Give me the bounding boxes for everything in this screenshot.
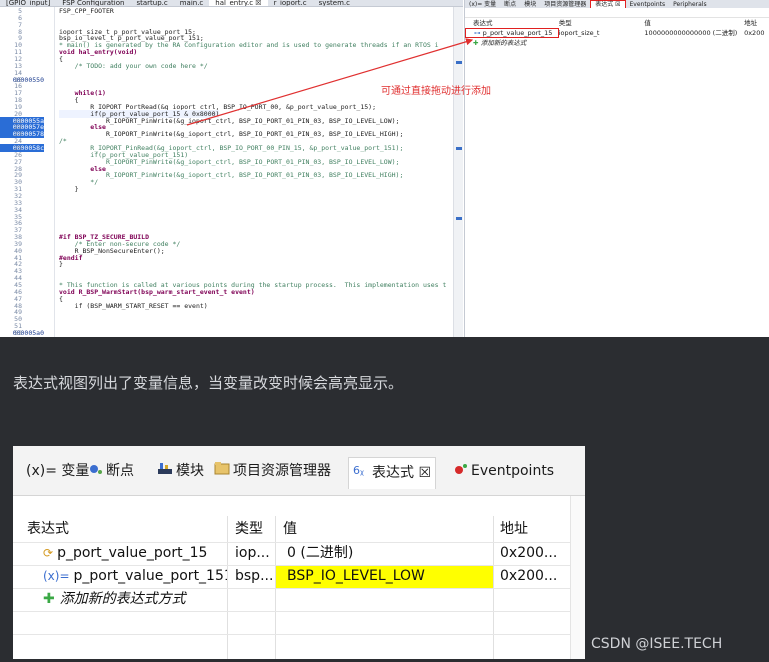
caption-text: 表达式视图列出了变量信息，当变量改变时候会高亮显示。	[13, 374, 404, 392]
small-panel-tab[interactable]: (x)= 变量	[465, 1, 500, 8]
small-row-value: 1000000000000000 (二进制)	[644, 29, 738, 37]
svg-text:ᵪ: ᵪ	[360, 464, 364, 477]
code-line: R_IOPORT_PinWrite(&g_ioport_ctrl, BSP_IO…	[59, 116, 400, 125]
small-panel-tab[interactable]: 项目资源管理器	[540, 1, 590, 8]
header-value: 值	[644, 19, 651, 27]
editor-tab-bar: [GPIO_input] FSP Configuration startup.c ma…	[0, 0, 463, 7]
zoom-header-expression: 表达式	[27, 521, 69, 537]
svg-text:6: 6	[353, 464, 360, 477]
small-panel-tab[interactable]: 模块	[520, 1, 540, 8]
code-editor[interactable]: FSP_CPP_FOOTER ioport_size_t p_port_value…	[55, 7, 453, 337]
code-line: }	[59, 260, 63, 269]
drag-annotation: 可通过直接拖动进行添加	[381, 86, 491, 97]
code-line: void hal_entry(void)	[59, 48, 138, 57]
editor-tab[interactable]: hal_entry.c ☒	[209, 0, 268, 6]
small-panel-tab[interactable]: 断点	[500, 1, 520, 8]
expressions-panel-small: (x)= 变量 断点 模块 项目资源管理器 表达式 ☒ Eventpoints Periph…	[464, 0, 769, 337]
address-label: 0000058c	[0, 144, 44, 152]
address-label: 00000578	[0, 130, 44, 139]
code-line: /* TODO: add your own code here */	[59, 61, 208, 70]
code-line: if (BSP_WARM_START_RESET == event)	[59, 301, 208, 310]
small-panel-tabs: (x)= 变量 断点 模块 项目资源管理器 表达式 ☒ Eventpoints Periph…	[465, 0, 769, 8]
zoom-tab[interactable]: (x)= 变量	[23, 460, 89, 482]
expression-row[interactable]: ⟳ p_port_value_port_15 iop... 0 (二进制) 0x200.…	[13, 542, 585, 565]
add-expression-row[interactable]: ✚ 添加新的表达式方式	[13, 588, 585, 611]
editor-tab[interactable]: r_ioport.c	[268, 0, 313, 6]
add-icon: ✚	[43, 591, 60, 607]
zoom-tab-label: 项目资源管理器	[233, 463, 331, 479]
address-label: 000005a0	[12, 328, 44, 337]
editor-tab[interactable]: main.c	[174, 0, 210, 6]
editor-tab[interactable]: [GPIO_input]	[0, 0, 56, 6]
zoom-tab-label: (x)= 变量	[26, 463, 90, 479]
code-line: }	[59, 185, 79, 194]
project-explorer-icon	[214, 460, 230, 482]
editor-tab[interactable]: startup.c	[130, 0, 173, 6]
code-line: R_IOPORT_PinWrite(&g_ioport_ctrl, BSP_IO…	[59, 171, 404, 180]
expression-icon: ⊶	[474, 29, 483, 37]
modules-icon	[157, 460, 173, 482]
header-expression: 表达式	[473, 19, 493, 27]
small-row-type: ioport_size_t	[558, 29, 600, 37]
ide-screenshot: [GPIO_input] FSP Configuration startup.c ma…	[0, 0, 769, 337]
eventpoints-icon	[454, 460, 468, 482]
code-line: void R_BSP_WarmStart(bsp_warm_start_even…	[59, 287, 255, 296]
zoom-header-type: 类型	[235, 521, 263, 537]
expression-row[interactable]: (x)= p_port_value_port_151 bsp... BSP_IO_LE…	[13, 565, 585, 588]
zoom-tab[interactable]: 模块	[157, 460, 204, 482]
changed-value-icon: ⟳	[43, 546, 54, 560]
editor-overview-ruler[interactable]	[453, 7, 463, 337]
row-type: iop...	[235, 545, 270, 561]
expressions-icon: 6ᵪ	[353, 462, 369, 484]
zoom-tab-label: 模块	[176, 463, 204, 479]
row-type: bsp...	[235, 568, 273, 584]
small-panel-header: 表达式 类型 值 地址	[465, 18, 769, 28]
zoom-tab-label: 断点	[106, 463, 134, 479]
small-panel-tab[interactable]: 表达式 ☒	[590, 0, 626, 8]
code-line: R_IOPORT_PinWrite(&g_ioport_ctrl, BSP_IO…	[59, 130, 404, 139]
zoom-tab[interactable]: 项目资源管理器	[214, 460, 331, 482]
zoom-table-header: 表达式 类型 值 地址	[13, 516, 585, 542]
expressions-panel-zoomed: (x)= 变量 断点 模块 项目资源管理器 6 ᵪ 表达式 ☒ Eventpoints 表达式…	[13, 446, 585, 659]
add-icon: ✚	[473, 39, 481, 47]
row-expression: p_port_value_port_15	[57, 545, 208, 561]
zoom-panel-tabs: (x)= 变量 断点 模块 项目资源管理器 6 ᵪ 表达式 ☒ Eventpoints	[13, 446, 585, 496]
row-expression: p_port_value_port_151	[73, 568, 227, 584]
small-row-expr: p_port_value_port_15	[482, 29, 553, 37]
header-address: 地址	[744, 19, 758, 27]
row-address: 0x200...	[500, 545, 558, 561]
add-expression-label: 添加新的表达式方式	[59, 591, 186, 607]
header-type: 类型	[558, 19, 572, 27]
small-panel-tab[interactable]: Eventpoints	[626, 1, 670, 8]
small-panel-tab[interactable]: Peripherals	[669, 1, 710, 8]
zoom-tab[interactable]: 断点	[89, 460, 134, 482]
variable-icon: (x)=	[43, 569, 70, 583]
code-line: FSP_CPP_FOOTER	[59, 7, 114, 15]
line-number-text: 52	[14, 328, 22, 337]
zoom-tab-label: 表达式 ☒	[372, 465, 432, 481]
editor-tab[interactable]: system.c	[313, 0, 356, 6]
address-label: 00000550	[12, 75, 44, 84]
row-value: 0 (二进制)	[287, 545, 354, 561]
small-expression-row[interactable]: ⊶ p_port_value_port_15 ioport_size_t 100…	[465, 28, 769, 38]
zoom-tab[interactable]: 6 ᵪ 表达式 ☒	[348, 457, 437, 489]
breakpoints-icon	[89, 460, 103, 482]
zoom-header-address: 地址	[500, 521, 528, 537]
small-add-expression-row[interactable]: ✚ 添加新的表达式	[465, 38, 769, 48]
small-add-label: 添加新的表达式	[480, 39, 527, 47]
small-panel-toolbar	[465, 8, 769, 18]
code-line: R_IOPORT_PinWrite(&g_ioport_ctrl, BSP_IO…	[59, 157, 400, 166]
row-value: BSP_IO_LEVEL_LOW	[276, 565, 493, 588]
zoom-tab[interactable]: Eventpoints	[454, 460, 554, 482]
small-row-addr: 0x200	[744, 29, 765, 37]
zoom-panel-scrollbar[interactable]	[570, 496, 585, 659]
row-address: 0x200...	[500, 568, 558, 584]
zoom-panel-toolbar	[13, 496, 585, 516]
zoom-header-value: 值	[283, 521, 297, 537]
watermark: CSDN @ISEE.TECH	[591, 636, 723, 652]
line-number-gutter: 5 6 7 8 9 10 11 12 13 14 00000550 15 16 17 18 19 20 000…	[0, 7, 55, 337]
editor-tab[interactable]: FSP Configuration	[56, 0, 130, 6]
zoom-tab-label: Eventpoints	[471, 463, 555, 479]
